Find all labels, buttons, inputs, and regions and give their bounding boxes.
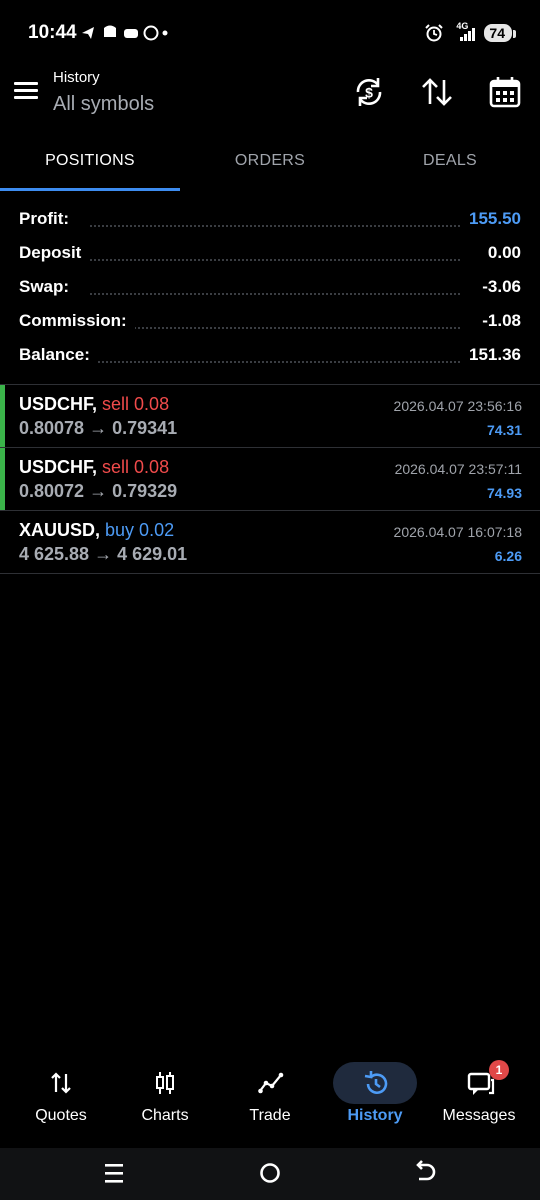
position-profit: 74.93 <box>486 485 522 501</box>
nav-label: Quotes <box>35 1107 87 1124</box>
dotted-leader <box>90 293 460 295</box>
position-prices: 0.80072 → 0.79329 <box>19 481 178 501</box>
summary-value: -1.08 <box>474 311 521 331</box>
nav-label: History <box>347 1107 403 1124</box>
signal-icon: 4G <box>452 21 476 43</box>
currency-exchange-icon[interactable]: $ <box>351 74 387 110</box>
position-symbol-line: USDCHF, sell 0.08 <box>19 457 169 478</box>
nav-label: Messages <box>442 1107 516 1124</box>
trade-line-icon <box>258 1072 284 1094</box>
calendar-icon[interactable] <box>487 74 523 110</box>
page-title: History <box>53 69 100 86</box>
tab-deals[interactable]: DEALS <box>360 130 540 192</box>
active-tab-indicator <box>0 188 180 191</box>
position-row[interactable]: USDCHF, sell 0.08 0.80072 → 0.79329 2026… <box>0 448 540 511</box>
position-side: sell 0.08 <box>102 457 170 477</box>
back-icon[interactable] <box>413 1160 437 1186</box>
nav-icon-wrap <box>19 1062 103 1104</box>
positions-list: USDCHF, sell 0.08 0.80078 → 0.79341 2026… <box>0 384 540 574</box>
summary-value: -3.06 <box>474 277 521 297</box>
position-side: buy 0.02 <box>105 520 175 540</box>
position-datetime: 2026.04.07 16:07:18 <box>393 524 522 540</box>
history-clock-icon <box>364 1071 388 1094</box>
summary-panel: Profit: 155.50 Deposit 0.00 Swap: -3.06 … <box>0 203 540 373</box>
nav-charts[interactable]: Charts <box>111 1052 219 1148</box>
position-symbol-line: XAUUSD, buy 0.02 <box>19 520 174 541</box>
top-app-bar: History All symbols $ <box>0 60 540 130</box>
nav-history[interactable]: History <box>321 1052 429 1148</box>
summary-label: Swap: <box>19 277 78 297</box>
tab-orders[interactable]: ORDERS <box>180 130 360 192</box>
dotted-leader <box>90 225 460 227</box>
dotted-leader <box>90 361 460 363</box>
symbol-filter[interactable]: All symbols <box>53 93 154 116</box>
alarm-icon <box>425 24 444 42</box>
status-time: 10:44 <box>28 22 77 43</box>
summary-value: 151.36 <box>461 345 521 365</box>
nav-icon-wrap <box>123 1062 207 1104</box>
position-profit: 74.31 <box>486 422 522 438</box>
notification-badge: 1 <box>489 1060 509 1080</box>
summary-value: 155.50 <box>461 209 521 229</box>
summary-row-profit: Profit: 155.50 <box>0 203 540 237</box>
position-row[interactable]: USDCHF, sell 0.08 0.80078 → 0.79341 2026… <box>0 385 540 448</box>
tab-positions[interactable]: POSITIONS <box>0 130 180 192</box>
summary-value: 0.00 <box>479 243 521 263</box>
position-prices: 4 625.88 → 4 629.01 <box>19 544 188 564</box>
summary-row-commission: Commission: -1.08 <box>0 305 540 339</box>
position-row[interactable]: XAUUSD, buy 0.02 4 625.88 → 4 629.01 202… <box>0 511 540 574</box>
status-right: 4G 74 <box>424 21 516 43</box>
dotted-leader <box>90 259 460 261</box>
position-symbol-line: USDCHF, sell 0.08 <box>19 394 169 415</box>
nav-quotes[interactable]: Quotes <box>7 1052 115 1148</box>
nav-icon-wrap <box>333 1062 417 1104</box>
nav-messages[interactable]: 1 Messages <box>425 1052 533 1148</box>
home-icon[interactable] <box>258 1160 282 1186</box>
notification-app-icons <box>82 25 168 41</box>
position-datetime: 2026.04.07 23:56:16 <box>393 398 522 414</box>
history-tabs: POSITIONS ORDERS DEALS <box>0 130 540 192</box>
battery-indicator: 74 <box>484 24 516 42</box>
summary-row-swap: Swap: -3.06 <box>0 271 540 305</box>
quotes-arrows-icon <box>51 1072 71 1094</box>
summary-row-balance: Balance: 151.36 <box>0 339 540 373</box>
recent-apps-icon[interactable] <box>103 1160 125 1186</box>
summary-label: Balance: <box>19 345 98 365</box>
summary-label: Deposit <box>19 243 90 263</box>
position-symbol: USDCHF, <box>19 457 98 477</box>
summary-label: Commission: <box>19 311 135 331</box>
nav-trade[interactable]: Trade <box>216 1052 324 1148</box>
nav-label: Charts <box>141 1107 189 1124</box>
menu-icon[interactable] <box>14 82 38 100</box>
svg-text:$: $ <box>365 85 373 101</box>
dotted-leader <box>90 327 460 329</box>
profit-indicator-bar <box>0 448 5 510</box>
position-datetime: 2026.04.07 23:57:11 <box>394 461 522 477</box>
position-symbol: USDCHF, <box>19 394 98 414</box>
position-prices: 0.80078 → 0.79341 <box>19 418 178 438</box>
summary-label: Profit: <box>19 209 78 229</box>
candlestick-icon <box>156 1072 174 1094</box>
nav-label: Trade <box>249 1107 291 1124</box>
position-side: sell 0.08 <box>102 394 170 414</box>
position-symbol: XAUUSD, <box>19 520 101 540</box>
position-profit: 6.26 <box>494 548 522 564</box>
nav-icon-wrap <box>228 1062 312 1104</box>
system-navigation-bar <box>0 1148 540 1200</box>
profit-indicator-bar <box>0 385 5 447</box>
notification-icons <box>80 24 172 46</box>
summary-row-deposit: Deposit 0.00 <box>0 237 540 271</box>
bottom-navigation: Quotes Charts Trade History 1 Messages <box>0 1052 540 1148</box>
sort-icon[interactable] <box>419 74 455 110</box>
